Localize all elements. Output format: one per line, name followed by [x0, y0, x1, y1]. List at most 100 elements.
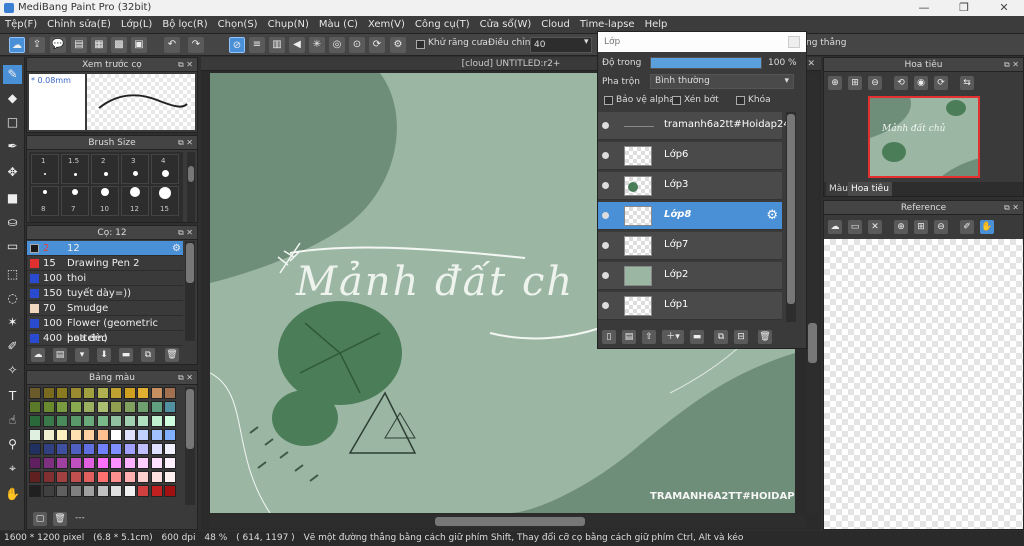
menu-window[interactable]: Cửa sổ(W): [475, 16, 537, 34]
minimize-button[interactable]: —: [904, 0, 944, 16]
lasso-tool-icon[interactable]: ◌: [3, 289, 22, 308]
color-swatch[interactable]: [137, 415, 149, 427]
zoom-out-icon[interactable]: ⊖: [934, 220, 948, 234]
new-layer-icon[interactable]: ▯: [602, 330, 616, 344]
close-image-icon[interactable]: ✕: [868, 220, 882, 234]
add-brush-icon[interactable]: ☁: [31, 348, 45, 362]
scroll-thumb[interactable]: [188, 166, 194, 182]
fit-icon[interactable]: ⊞: [848, 76, 862, 90]
layer-up-icon[interactable]: ⇧: [642, 330, 656, 344]
color-swatch[interactable]: [56, 387, 68, 399]
color-swatch[interactable]: [123, 485, 136, 497]
flip-icon[interactable]: ⇆: [960, 76, 974, 90]
panel-menu-icon[interactable]: ⧉ ✕: [1004, 58, 1019, 72]
color-swatch[interactable]: [110, 485, 122, 497]
brush-item-drawing-pen-2[interactable]: 15 Drawing Pen 2: [27, 256, 183, 271]
eye-icon[interactable]: [602, 122, 609, 129]
color-swatch[interactable]: [83, 471, 95, 483]
brush-tool-icon[interactable]: ✎: [3, 65, 22, 84]
scroll-thumb[interactable]: [808, 323, 817, 363]
color-swatch[interactable]: [150, 415, 163, 427]
color-swatch[interactable]: [164, 471, 176, 483]
adjust-select[interactable]: 40: [530, 37, 592, 53]
color-swatch[interactable]: [56, 471, 68, 483]
color-swatch[interactable]: [123, 429, 136, 441]
snap-off-icon[interactable]: ⊘: [229, 37, 245, 53]
hand-icon[interactable]: ✋: [980, 220, 994, 234]
color-swatch[interactable]: [42, 485, 55, 497]
color-swatch[interactable]: [123, 387, 136, 399]
color-swatch[interactable]: [83, 443, 95, 455]
color-swatch[interactable]: [69, 429, 82, 441]
trash-icon[interactable]: 🗑: [758, 330, 772, 344]
rotate-icon[interactable]: ⟳: [369, 37, 385, 53]
color-swatch[interactable]: [56, 401, 68, 413]
color-swatch[interactable]: [96, 387, 109, 399]
cloud-icon[interactable]: ☁: [9, 37, 25, 53]
menu-view[interactable]: Xem(V): [363, 16, 410, 34]
color-swatch[interactable]: [69, 485, 82, 497]
cloud-icon[interactable]: ☁: [828, 220, 842, 234]
select-pen-icon[interactable]: ✐: [3, 337, 22, 356]
color-swatch[interactable]: [56, 443, 68, 455]
panel-menu-icon[interactable]: ⧉ ✕: [178, 58, 193, 72]
close-icon[interactable]: [788, 36, 800, 48]
scroll-thumb[interactable]: [186, 389, 194, 449]
tab-navigator[interactable]: Hoa tiêu: [848, 182, 892, 196]
clip-checkbox[interactable]: [672, 96, 681, 105]
layer-row[interactable]: Lớp7: [598, 232, 782, 260]
grid-icon[interactable]: ▩: [111, 37, 127, 53]
size-cell[interactable]: 2: [91, 154, 119, 184]
color-swatch[interactable]: [29, 471, 41, 483]
scroll-thumb[interactable]: [186, 243, 194, 283]
open-folder-icon[interactable]: ▭: [848, 220, 862, 234]
color-swatch[interactable]: [110, 471, 122, 483]
menu-color[interactable]: Màu (C): [314, 16, 363, 34]
select-tool-icon[interactable]: ⬚: [3, 265, 22, 284]
color-swatch[interactable]: [164, 457, 176, 469]
brush-item-hoa-deo[interactable]: 400 hoa đèo: [27, 331, 183, 346]
gradient-tool-icon[interactable]: ▭: [3, 237, 22, 256]
color-swatch[interactable]: [150, 401, 163, 413]
menu-edit[interactable]: Chỉnh sửa(E): [42, 16, 116, 34]
opacity-slider[interactable]: [650, 57, 762, 69]
operation-tool-icon[interactable]: ☝: [3, 411, 22, 430]
folder-icon[interactable]: ▬: [690, 330, 704, 344]
color-swatch[interactable]: [29, 457, 41, 469]
color-swatch[interactable]: [110, 443, 122, 455]
layer-row[interactable]: Lớp2: [598, 262, 782, 290]
blend-select[interactable]: Bình thường ▾: [650, 74, 794, 89]
size-cell[interactable]: 4: [151, 154, 179, 184]
zoom-in-icon[interactable]: ⊕: [828, 76, 842, 90]
cross-snap-icon[interactable]: ▥: [269, 37, 285, 53]
color-swatch[interactable]: [29, 415, 41, 427]
color-swatch[interactable]: [42, 443, 55, 455]
eyedropper-tool-icon[interactable]: ⌖: [3, 459, 22, 478]
color-swatch[interactable]: [83, 387, 95, 399]
color-swatch-grid[interactable]: [29, 387, 179, 505]
eye-icon[interactable]: [602, 182, 609, 189]
brush-list-scrollbar[interactable]: [185, 241, 195, 341]
canvas-vscrollbar[interactable]: [806, 73, 819, 513]
size-cell[interactable]: 15: [151, 186, 179, 216]
color-swatch[interactable]: [69, 443, 82, 455]
layer-row[interactable]: tramanh6a2tt#Hoidap247: [598, 112, 796, 140]
eraser-tool-icon[interactable]: ◆: [3, 89, 22, 108]
eye-icon[interactable]: [602, 152, 609, 159]
color-swatch[interactable]: [123, 401, 136, 413]
color-swatch[interactable]: [29, 401, 41, 413]
color-swatch[interactable]: [83, 457, 95, 469]
chevron-down-icon[interactable]: ▾: [584, 37, 589, 47]
menu-tools[interactable]: Công cụ(T): [410, 16, 475, 34]
color-swatch[interactable]: [137, 471, 149, 483]
palette-scrollbar[interactable]: [185, 387, 195, 505]
size-cell[interactable]: 1: [31, 154, 59, 184]
color-swatch[interactable]: [42, 457, 55, 469]
menu-capture[interactable]: Chụp(N): [263, 16, 314, 34]
move-tool-icon[interactable]: ✥: [3, 163, 22, 182]
size-cell[interactable]: 8: [31, 186, 59, 216]
panel-menu-icon[interactable]: ⧉ ✕: [1004, 201, 1019, 215]
reference-canvas[interactable]: [824, 239, 1023, 529]
color-swatch[interactable]: [69, 457, 82, 469]
color-swatch[interactable]: [164, 443, 176, 455]
